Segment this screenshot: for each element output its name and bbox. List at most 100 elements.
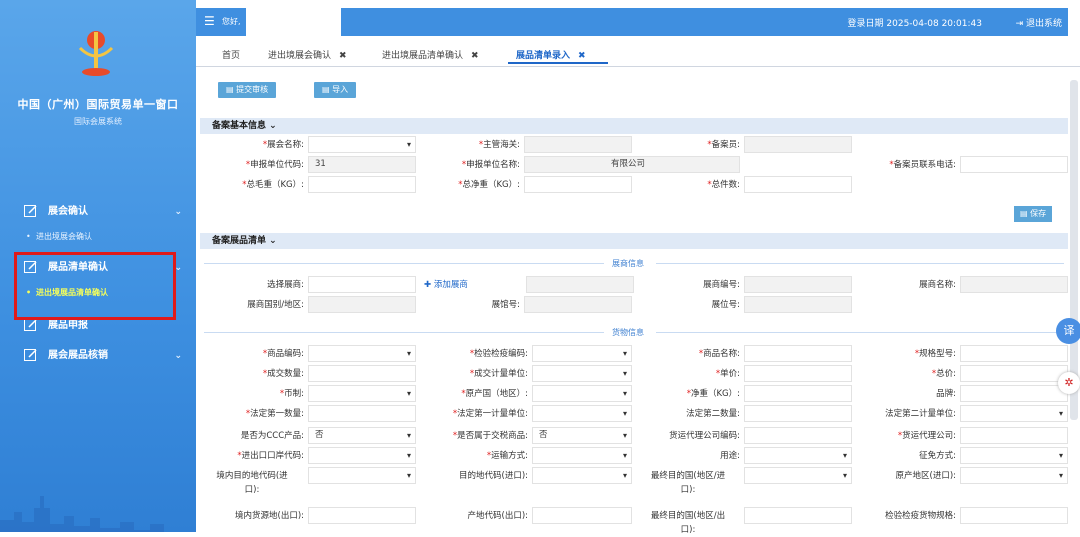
filer-phone-field[interactable] (960, 156, 1068, 173)
tab-label: 进出境展会确认 (268, 51, 332, 61)
port-select[interactable]: ▾ (308, 447, 416, 464)
menu-item-writeoff[interactable]: 展会展品核销 ⌄ (0, 342, 196, 370)
menu-group-exhibition: 展会确认 ⌄ 进出境展会确认 (0, 198, 196, 248)
section-header-basic[interactable]: 备案基本信息 ⌄ (200, 118, 1068, 134)
currency-select[interactable]: ▾ (308, 385, 416, 402)
second-qty-field[interactable] (744, 405, 852, 422)
booth-field[interactable] (744, 296, 852, 313)
qty-field[interactable] (308, 365, 416, 382)
total-pieces-field[interactable] (744, 176, 852, 193)
submit-label: 提交审核 (236, 85, 269, 94)
origin-select[interactable]: ▾ (532, 385, 632, 402)
login-time: 登录日期 2025-04-08 20:01:43 (847, 19, 982, 29)
final-export-field[interactable] (744, 507, 852, 524)
save-icon: ▤ (1020, 209, 1031, 218)
close-icon[interactable]: ✖ (578, 51, 586, 61)
label-origin: *原产国（地区）: (461, 389, 528, 399)
tab-list-confirm[interactable]: 进出境展品清单确认 ✖ (382, 48, 479, 61)
section-title: 备案基本信息 (212, 121, 267, 131)
goods-name-field[interactable] (744, 345, 852, 362)
edit-icon (24, 349, 37, 361)
exhibitor-name-field[interactable] (960, 276, 1068, 293)
tab-home[interactable]: 首页 (222, 48, 240, 61)
submit-review-button[interactable]: ▤ 提交审核 (218, 82, 277, 98)
import-button[interactable]: ▤ 导入 (314, 82, 357, 98)
declarer-name-field[interactable]: 有限公司 (524, 156, 740, 173)
menu-icon[interactable]: ☰ (204, 14, 215, 28)
label-goods-code: *商品编码: (262, 349, 304, 359)
import-label: 导入 (332, 85, 349, 94)
label-final-export: 最终目的国(地区/出 口): (650, 511, 726, 535)
ccc-value: 否 (315, 430, 324, 440)
exhibitor-code-field[interactable] (744, 276, 852, 293)
tab-list-entry[interactable]: 展品清单录入 ✖ (516, 48, 586, 61)
chevron-down-icon: ▾ (406, 431, 411, 440)
net-weight-field[interactable] (524, 176, 632, 193)
label-first-qty: *法定第一数量: (245, 409, 304, 419)
dest-code-select[interactable]: ▾ (308, 467, 416, 484)
highlight-box (14, 252, 176, 320)
select-exhibitor-field[interactable] (308, 276, 416, 293)
chevron-down-icon: ▾ (842, 451, 847, 460)
second-unit-select[interactable]: ▾ (960, 405, 1068, 422)
logout-button[interactable]: ⇥ 退出系统 (1016, 16, 1062, 29)
menu-label: 展品申报 (48, 320, 88, 331)
menu-item-exhibition-confirm[interactable]: 展会确认 ⌄ (0, 198, 196, 226)
ccc-select[interactable]: 否 ▾ (308, 427, 416, 444)
filer-field[interactable] (744, 136, 852, 153)
label-total-pieces: *总件数: (707, 180, 740, 190)
agent-code-field[interactable] (744, 427, 852, 444)
section-header-list[interactable]: 备案展品清单 ⌄ (200, 233, 1068, 249)
exhibitor-country-field[interactable] (308, 296, 416, 313)
transport-select[interactable]: ▾ (532, 447, 632, 464)
chevron-down-icon: ▾ (406, 451, 411, 460)
hall-field[interactable] (524, 296, 632, 313)
chevron-down-icon: ⌄ (269, 121, 277, 131)
chevron-down-icon: ▾ (1058, 451, 1063, 460)
save-button[interactable]: ▤ 保存 (1014, 206, 1053, 222)
declarer-code-field[interactable]: 31 (308, 156, 416, 173)
label-agent: *货运代理公司: (897, 431, 956, 441)
exhibition-name-select[interactable]: ▾ (308, 136, 416, 153)
total-field[interactable] (960, 365, 1068, 382)
scrollbar[interactable] (1070, 80, 1078, 420)
brand-field[interactable] (960, 385, 1068, 402)
spec-field[interactable] (960, 345, 1068, 362)
divider (656, 263, 1064, 264)
origin-import-select[interactable]: ▾ (960, 467, 1068, 484)
label-filer: *备案员: (707, 140, 740, 150)
add-exhibitor-button[interactable]: ✚ 添加展商 (424, 278, 468, 290)
close-icon[interactable]: ✖ (339, 51, 347, 61)
first-qty-field[interactable] (308, 405, 416, 422)
tab-exhibition-confirm[interactable]: 进出境展会确认 ✖ (268, 48, 347, 61)
translate-button[interactable]: 译 (1056, 318, 1080, 344)
customs-field[interactable] (524, 136, 632, 153)
src-export-field[interactable] (308, 507, 416, 524)
label-exhibitor-country: 展商国别/地区: (247, 300, 304, 310)
close-icon[interactable]: ✖ (471, 51, 479, 61)
chevron-down-icon: ▾ (406, 349, 411, 358)
label-first-unit: *法定第一计量单位: (452, 409, 528, 419)
usage-select[interactable]: ▾ (744, 447, 852, 464)
label-hall: 展馆号: (491, 300, 520, 310)
logout-label: 退出系统 (1025, 19, 1062, 29)
levy-select[interactable]: ▾ (960, 447, 1068, 464)
unit-select[interactable]: ▾ (532, 365, 632, 382)
assistant-icon[interactable]: ✲ (1058, 372, 1080, 394)
agent-field[interactable] (960, 427, 1068, 444)
goods-code-select[interactable]: ▾ (308, 345, 416, 362)
price-field[interactable] (744, 365, 852, 382)
final-dest-select[interactable]: ▾ (744, 467, 852, 484)
submenu-item-exhibition-confirm[interactable]: 进出境展会确认 (0, 226, 196, 248)
cic-code-select[interactable]: ▾ (532, 345, 632, 362)
label-levy: 征免方式: (919, 451, 956, 461)
duty-value: 否 (539, 430, 548, 440)
prod-code-field[interactable] (532, 507, 632, 524)
label-cic-code: *检验检疫编码: (469, 349, 528, 359)
first-unit-select[interactable]: ▾ (532, 405, 632, 422)
duty-select[interactable]: 否 ▾ (532, 427, 632, 444)
dest-import-select[interactable]: ▾ (532, 467, 632, 484)
cic-spec-field[interactable] (960, 507, 1068, 524)
net-kg-field[interactable] (744, 385, 852, 402)
gross-weight-field[interactable] (308, 176, 416, 193)
